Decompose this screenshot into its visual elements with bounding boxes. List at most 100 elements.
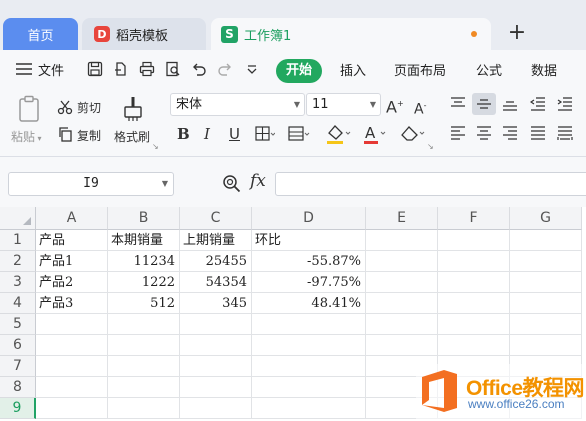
grid-cell[interactable] — [510, 272, 582, 293]
grid-cell[interactable] — [108, 356, 180, 377]
clear-format-icon[interactable] — [398, 122, 426, 146]
tab-home[interactable]: 首页 — [3, 18, 78, 50]
font-color-icon[interactable]: A — [362, 122, 388, 146]
tab-docer-templates[interactable]: D 稻壳模板 — [82, 18, 206, 50]
tab-workbook[interactable]: S 工作簿1 — [211, 18, 491, 50]
menu-data[interactable]: 数据 — [531, 60, 557, 79]
format-painter-icon[interactable] — [120, 94, 146, 124]
grid-cell[interactable]: 本期销量 — [108, 230, 180, 251]
grid-cell[interactable] — [438, 251, 510, 272]
paste-icon[interactable] — [14, 94, 44, 124]
new-tab-button[interactable]: + — [505, 20, 529, 48]
clipboard-group-expand-icon[interactable]: ↘ — [152, 142, 159, 151]
zoom-search-icon[interactable] — [222, 174, 242, 194]
grid-cell[interactable] — [36, 398, 108, 419]
grid-cell[interactable]: 环比 — [252, 230, 366, 251]
redo-icon[interactable] — [215, 58, 235, 80]
grid-cell[interactable]: 48.41% — [252, 293, 366, 314]
grid-cell[interactable] — [108, 377, 180, 398]
column-header[interactable]: D — [252, 207, 366, 230]
column-header[interactable]: F — [438, 207, 510, 230]
export-pdf-icon[interactable] — [111, 58, 131, 80]
column-header[interactable]: B — [108, 207, 180, 230]
grid-cell[interactable] — [252, 335, 366, 356]
grid-cell[interactable]: 产品1 — [36, 251, 108, 272]
grid-cell[interactable] — [510, 335, 582, 356]
grid-cell[interactable]: 54354 — [180, 272, 252, 293]
grid-cell[interactable]: 产品 — [36, 230, 108, 251]
undo-icon[interactable] — [189, 58, 209, 80]
menu-formulas[interactable]: 公式 — [476, 60, 502, 79]
justify-icon[interactable] — [528, 124, 548, 142]
grid-cell[interactable] — [366, 314, 438, 335]
name-box[interactable]: I9 ▼ — [8, 172, 174, 196]
grid-cell[interactable] — [510, 293, 582, 314]
column-header[interactable]: E — [366, 207, 438, 230]
align-right-icon[interactable] — [500, 124, 520, 142]
hamburger-menu-icon[interactable] — [14, 58, 34, 80]
grid-cell[interactable] — [438, 314, 510, 335]
grid-cell[interactable]: 上期销量 — [180, 230, 252, 251]
grid-cell[interactable] — [252, 377, 366, 398]
borders-icon[interactable] — [254, 124, 276, 144]
grid-cell[interactable] — [366, 251, 438, 272]
grid-cell[interactable] — [252, 314, 366, 335]
decrease-font-size-icon[interactable]: A- — [414, 97, 426, 119]
grid-cell[interactable]: 1222 — [108, 272, 180, 293]
formula-input[interactable] — [275, 172, 586, 196]
underline-button[interactable]: U — [229, 125, 240, 143]
print-preview-icon[interactable] — [163, 58, 183, 80]
grid-cell[interactable]: -97.75% — [252, 272, 366, 293]
grid-cell[interactable]: 产品3 — [36, 293, 108, 314]
fill-color-icon[interactable] — [324, 122, 352, 146]
align-bottom-icon[interactable] — [500, 95, 520, 113]
insert-function-button[interactable]: fx — [250, 171, 266, 191]
grid-cell[interactable] — [438, 272, 510, 293]
format-painter-button[interactable]: 格式刷 — [114, 128, 150, 145]
grid-cell[interactable] — [36, 356, 108, 377]
grid-cell[interactable]: 345 — [180, 293, 252, 314]
distributed-align-icon[interactable] — [555, 124, 575, 142]
grid-cell[interactable] — [36, 377, 108, 398]
grid-cell[interactable] — [108, 335, 180, 356]
select-all-corner[interactable] — [0, 207, 36, 230]
grid-cell[interactable] — [438, 293, 510, 314]
bold-button[interactable]: B — [177, 125, 190, 143]
grid-cell[interactable] — [108, 314, 180, 335]
grid-cell[interactable] — [366, 293, 438, 314]
grid-cell[interactable]: -55.87% — [252, 251, 366, 272]
grid-cell[interactable] — [108, 398, 180, 419]
font-name-select[interactable]: 宋体 ▼ — [170, 93, 305, 116]
column-header[interactable]: G — [510, 207, 582, 230]
align-left-icon[interactable] — [448, 124, 468, 142]
grid-cell[interactable]: 产品2 — [36, 272, 108, 293]
paste-button[interactable]: 粘贴 ▾ — [11, 128, 42, 145]
grid-cell[interactable]: 25455 — [180, 251, 252, 272]
grid-cell[interactable] — [180, 314, 252, 335]
row-header[interactable]: 1 — [0, 230, 36, 251]
row-header[interactable]: 8 — [0, 377, 36, 398]
grid-cell[interactable] — [510, 314, 582, 335]
grid-cell[interactable] — [180, 356, 252, 377]
print-icon[interactable] — [137, 58, 157, 80]
align-middle-icon[interactable] — [472, 93, 496, 115]
decrease-indent-icon[interactable] — [528, 95, 548, 113]
copy-button[interactable]: 复制 — [77, 127, 101, 144]
row-header[interactable]: 3 — [0, 272, 36, 293]
grid-cell[interactable] — [252, 398, 366, 419]
grid-cell[interactable] — [36, 314, 108, 335]
grid-cell[interactable] — [180, 377, 252, 398]
menu-file[interactable]: 文件 — [38, 60, 64, 79]
cut-button[interactable]: 剪切 — [77, 99, 101, 116]
grid-cell[interactable] — [366, 230, 438, 251]
increase-font-size-icon[interactable]: A+ — [386, 95, 404, 116]
customize-quick-access-icon[interactable] — [242, 58, 262, 80]
grid-cell[interactable] — [180, 335, 252, 356]
grid-cell[interactable] — [252, 356, 366, 377]
row-header[interactable]: 4 — [0, 293, 36, 314]
cell-style-icon[interactable] — [287, 124, 311, 144]
grid-cell[interactable] — [510, 230, 582, 251]
align-top-icon[interactable] — [448, 95, 468, 113]
column-header[interactable]: C — [180, 207, 252, 230]
save-icon[interactable] — [85, 58, 105, 80]
